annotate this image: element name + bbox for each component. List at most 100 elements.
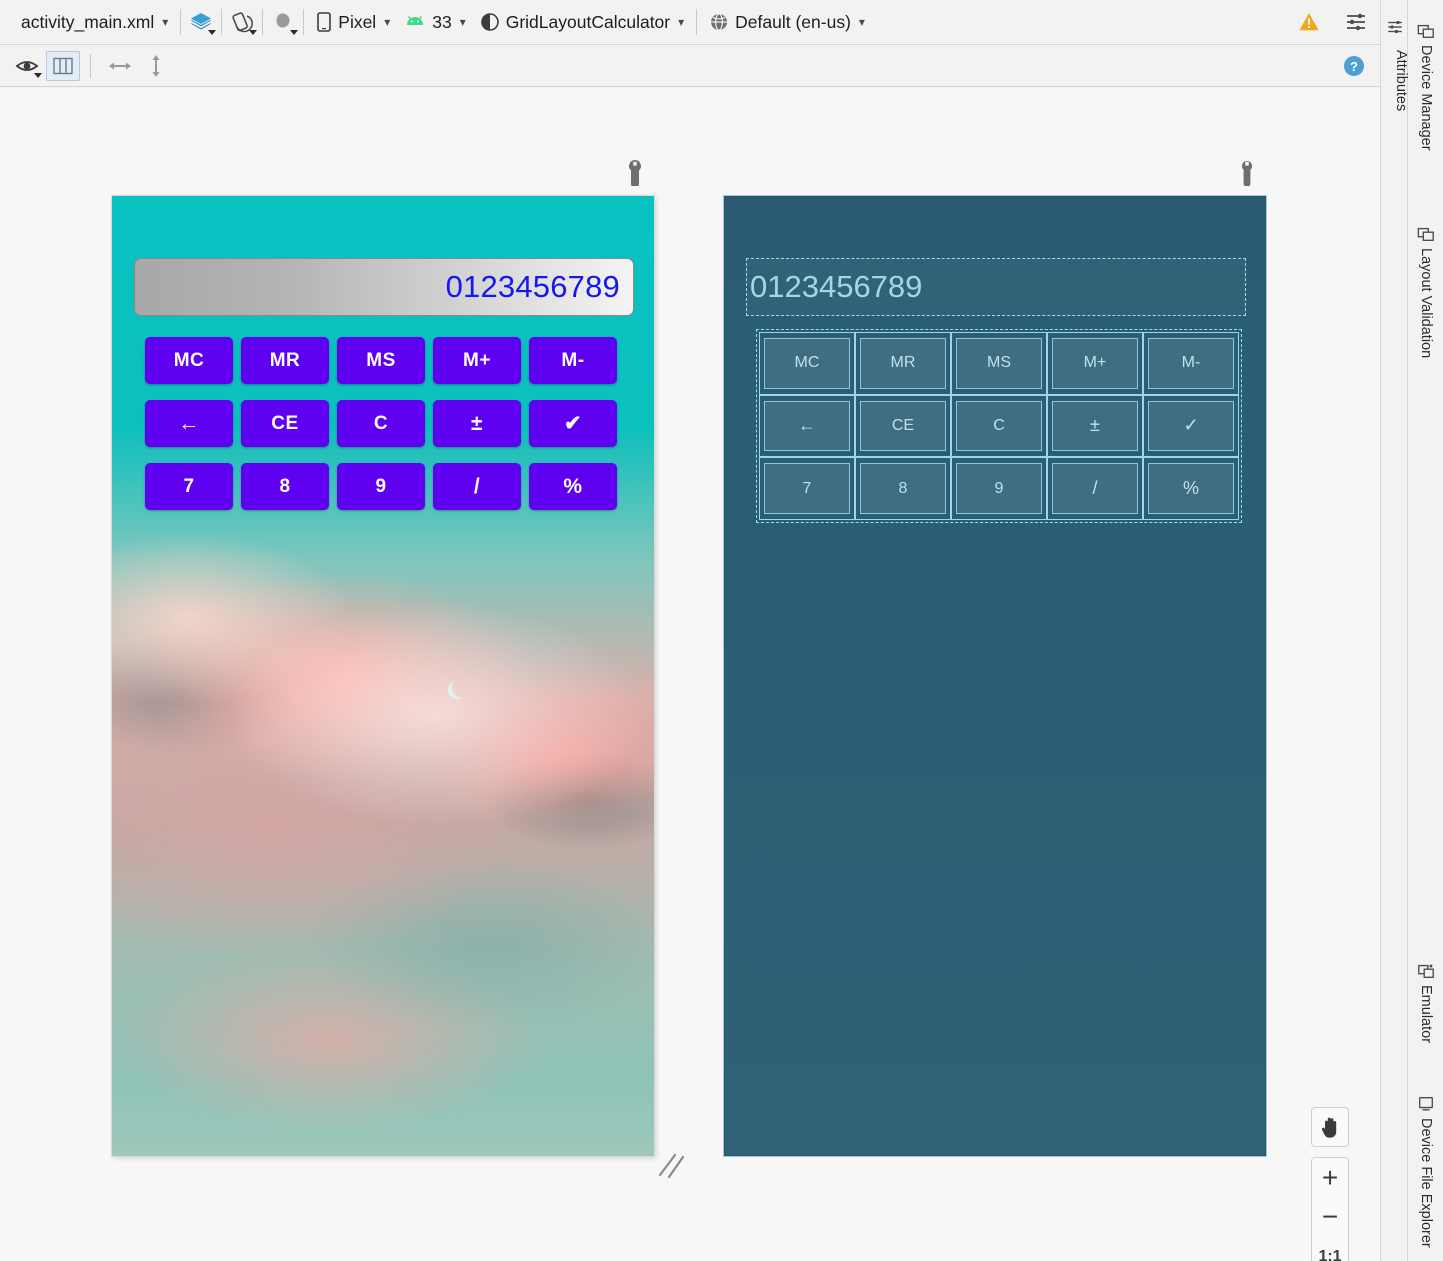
bp-key-clear[interactable]: C [956, 400, 1042, 452]
chevron-down-icon: ▾ [162, 15, 169, 29]
bp-key-plus-minus[interactable]: ± [1052, 400, 1138, 452]
blueprint-cell[interactable]: / [1047, 457, 1143, 520]
key-memory-subtract[interactable]: M- [529, 337, 617, 384]
bp-key-digit-8[interactable]: 8 [860, 463, 946, 514]
emulator-icon [1418, 964, 1434, 978]
chevron-down-icon: ▾ [858, 15, 865, 29]
zoom-in-button[interactable]: + [1312, 1158, 1348, 1198]
android-studio-layout-editor: activity_main.xml ▾ Pixel ▾ 33 ▾ GridLay… [0, 0, 1443, 1261]
toolbar-divider [303, 9, 305, 35]
blueprint-cell[interactable]: ← [759, 394, 855, 458]
surface-resize-handle[interactable] [654, 1148, 688, 1182]
api-level-selector[interactable]: 33 ▾ [397, 7, 473, 37]
key-clear[interactable]: C [337, 400, 425, 447]
blueprint-cell[interactable]: MS [951, 332, 1047, 395]
bp-key-digit-7[interactable]: 7 [764, 463, 850, 514]
key-backspace[interactable]: ← [145, 400, 233, 447]
key-memory-recall[interactable]: MR [241, 337, 329, 384]
theme-name-label: GridLayoutCalculator [505, 11, 671, 32]
android-icon [407, 15, 424, 25]
design-surface-config-button[interactable] [624, 160, 646, 186]
sliders-icon[interactable] [1344, 10, 1368, 34]
device-file-explorer-icon [1419, 1097, 1433, 1111]
help-button[interactable]: ? [1342, 54, 1366, 78]
blueprint-cell[interactable]: 7 [759, 457, 855, 520]
design-canvas[interactable]: 0123456789 MC MR MS M+ M- ← CE C ± ✔ 7 8… [0, 88, 1380, 1261]
bp-key-backspace[interactable]: ← [764, 400, 850, 452]
bp-key-memory-subtract[interactable]: M- [1148, 338, 1234, 389]
blueprint-cell[interactable]: ✓ [1143, 394, 1239, 458]
view-options-button[interactable] [10, 51, 44, 81]
attributes-tab-label[interactable]: Attributes [1381, 28, 1409, 111]
bp-key-percent[interactable]: % [1148, 463, 1234, 514]
bp-key-clear-entry[interactable]: CE [860, 400, 946, 452]
tool-device-file-explorer[interactable]: Device File Explorer [1409, 1095, 1443, 1248]
pan-tool-button[interactable] [1311, 1107, 1349, 1147]
actual-size-button[interactable]: 1:1 [1312, 1237, 1348, 1261]
blueprint-cell[interactable]: MC [759, 332, 855, 395]
hand-pan-icon [1321, 1117, 1337, 1138]
key-digit-7[interactable]: 7 [145, 463, 233, 510]
calculator-keypad: MC MR MS M+ M- ← CE C ± ✔ 7 8 9 / % [145, 337, 629, 510]
theme-mode-button[interactable] [268, 7, 299, 37]
device-selector[interactable]: Pixel ▾ [309, 7, 397, 37]
key-memory-store[interactable]: MS [337, 337, 425, 384]
blueprint-cell[interactable]: M- [1143, 332, 1239, 395]
theme-selector[interactable]: GridLayoutCalculator ▾ [473, 7, 691, 37]
blueprint-display-value: 0123456789 [750, 269, 923, 304]
key-equals-check[interactable]: ✔ [529, 400, 617, 447]
wrench-icon [1242, 160, 1252, 186]
bp-key-equals-check[interactable]: ✓ [1148, 400, 1234, 452]
blueprint-surface-config-button[interactable] [1236, 160, 1258, 186]
tool-layout-validation[interactable]: Layout Validation [1409, 225, 1443, 358]
vertical-arrow-icon [152, 54, 160, 77]
blueprint-cell[interactable]: % [1143, 457, 1239, 520]
blueprint-cell[interactable]: MR [855, 332, 951, 395]
view-options-toolbar: ? [0, 45, 1380, 87]
zoom-out-button[interactable]: − [1312, 1198, 1348, 1238]
bp-key-divide[interactable]: / [1052, 463, 1138, 514]
split-view-button[interactable] [46, 50, 80, 81]
key-digit-8[interactable]: 8 [241, 463, 329, 510]
key-memory-clear[interactable]: MC [145, 337, 233, 384]
bp-key-memory-store[interactable]: MS [956, 338, 1042, 389]
key-clear-entry[interactable]: CE [241, 400, 329, 447]
horizontal-constraint-button[interactable] [103, 51, 137, 81]
chevron-down-icon [208, 30, 217, 35]
bp-key-memory-recall[interactable]: MR [860, 338, 946, 389]
blueprint-cell[interactable]: ± [1047, 394, 1143, 458]
file-selector[interactable]: activity_main.xml ▾ [14, 7, 175, 37]
blueprint-cell[interactable]: M+ [1047, 332, 1143, 395]
key-plus-minus[interactable]: ± [433, 400, 521, 447]
layout-validation-icon [1417, 227, 1434, 241]
blueprint-gridlayout[interactable]: MC MR MS M+ M- ← CE C ± ✓ 7 8 9 / % [756, 329, 1242, 523]
tool-emulator[interactable]: Emulator [1409, 962, 1443, 1043]
blueprint-grid: MC MR MS M+ M- ← CE C ± ✓ 7 8 9 / % [759, 332, 1239, 520]
orientation-button[interactable] [227, 7, 258, 37]
key-divide[interactable]: / [433, 463, 521, 510]
globe-icon [711, 13, 728, 31]
tool-device-manager[interactable]: Device Manager [1409, 22, 1443, 151]
blueprint-cell[interactable]: C [951, 394, 1047, 458]
vertical-constraint-button[interactable] [139, 51, 173, 81]
blueprint-surface[interactable]: 0123456789 MC MR MS M+ M- ← CE C ± ✓ 7 8… [724, 196, 1266, 1156]
calculator-display[interactable]: 0123456789 [134, 258, 634, 316]
key-memory-add[interactable]: M+ [433, 337, 521, 384]
device-name-label: Pixel [338, 11, 377, 32]
key-digit-9[interactable]: 9 [337, 463, 425, 510]
design-mode-button[interactable] [186, 7, 217, 37]
bp-key-memory-add[interactable]: M+ [1052, 338, 1138, 389]
toolbar-divider [90, 53, 91, 78]
key-percent[interactable]: % [529, 463, 617, 510]
toolbar-divider [696, 9, 698, 35]
attributes-rail: Attributes [1380, 0, 1409, 1261]
blueprint-cell[interactable]: 9 [951, 457, 1047, 520]
warning-triangle-icon[interactable] [1298, 11, 1320, 33]
blueprint-cell[interactable]: 8 [855, 457, 951, 520]
blueprint-cell[interactable]: CE [855, 394, 951, 458]
design-preview-surface[interactable]: 0123456789 MC MR MS M+ M- ← CE C ± ✔ 7 8… [112, 196, 654, 1156]
blueprint-display[interactable]: 0123456789 [746, 258, 1246, 316]
locale-selector[interactable]: Default (en-us) ▾ [702, 7, 872, 37]
bp-key-memory-clear[interactable]: MC [764, 338, 850, 389]
bp-key-digit-9[interactable]: 9 [956, 463, 1042, 514]
